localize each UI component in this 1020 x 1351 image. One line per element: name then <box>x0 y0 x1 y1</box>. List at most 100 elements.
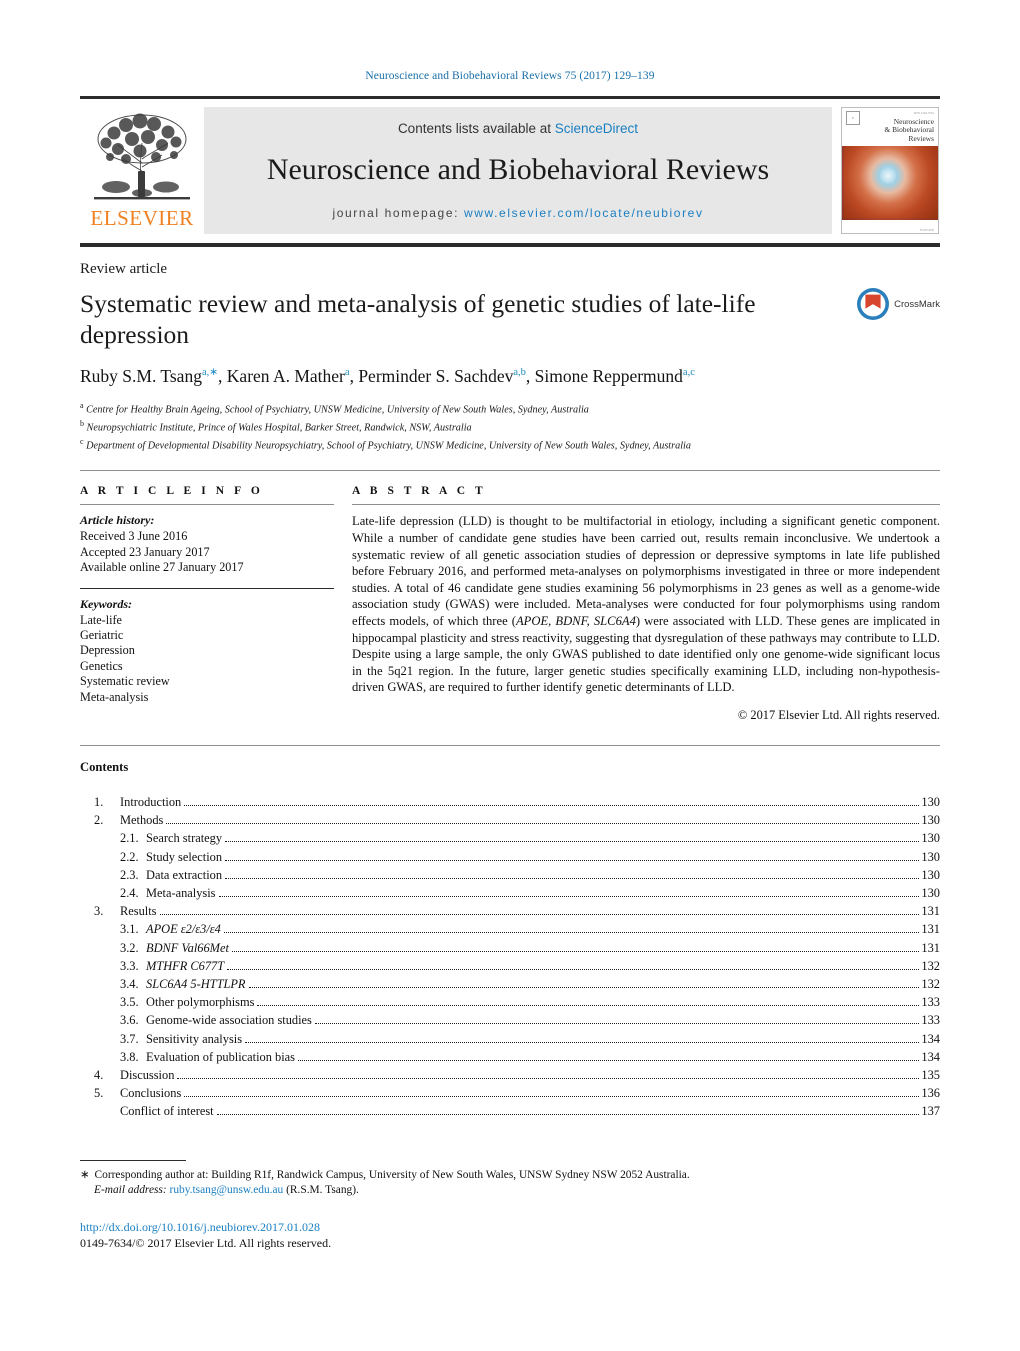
journal-title: Neuroscience and Biobehavioral Reviews <box>266 153 770 186</box>
email-label: E-mail address: <box>94 1184 167 1196</box>
author-affiliation-marker[interactable]: a,c <box>683 367 695 378</box>
contents-entry-page: 130 <box>921 885 940 900</box>
contents-entry-label: Introduction <box>120 794 182 809</box>
contents-leader-dots <box>159 914 920 916</box>
journal-homepage-link[interactable]: www.elsevier.com/locate/neubiorev <box>464 206 704 220</box>
author-affiliation-marker[interactable]: a,b <box>513 367 526 378</box>
contents-entry-page: 136 <box>921 1086 940 1101</box>
contents-entry[interactable]: 3.4. SLC6A4 5-HTTLPR 132 <box>80 975 940 993</box>
journal-cover-thumbnail: E ISSN 0149-7634 Neuroscience & Biobehav… <box>832 107 940 234</box>
contents-leader-dots <box>216 1114 920 1116</box>
corresponding-author-note: ∗ Corresponding author at: Building R1f, … <box>80 1168 940 1183</box>
contents-heading: Contents <box>80 759 129 774</box>
contents-entry-page: 132 <box>921 976 940 991</box>
contents-entry-page: 131 <box>921 940 940 955</box>
email-link[interactable]: ruby.tsang@unsw.edu.au <box>170 1184 284 1196</box>
contents-entry-number: 3. <box>94 904 104 919</box>
contents-entry-label: Results <box>120 904 157 919</box>
contents-entry-label: Study selection <box>146 849 223 864</box>
contents-entry-page: 134 <box>921 1031 940 1046</box>
contents-entry[interactable]: 5. Conclusions 136 <box>80 1084 940 1102</box>
journal-article-first-page: Neuroscience and Biobehavioral Reviews 7… <box>0 0 1020 1351</box>
contents-leader-dots <box>166 823 920 825</box>
contents-prefix: Contents lists available at <box>397 121 555 136</box>
crossmark-badge[interactable]: CrossMark <box>856 287 940 321</box>
contents-entry[interactable]: 3. Results 131 <box>80 902 940 920</box>
affiliation-item: b Neuropsychiatric Institute, Prince of … <box>80 417 940 435</box>
cover-artwork <box>842 146 938 220</box>
contents-entry-page: 130 <box>921 867 940 882</box>
contents-entry[interactable]: 2.4. Meta-analysis 130 <box>80 884 940 902</box>
contents-entry[interactable]: 3.7. Sensitivity analysis 134 <box>80 1030 940 1048</box>
contents-entry-number: 2.3. <box>120 867 139 882</box>
article-history-item: Accepted 23 January 2017 <box>80 544 210 559</box>
author-affiliation-marker[interactable]: a,∗ <box>202 367 218 378</box>
page-title: Systematic review and meta-analysis of g… <box>80 289 756 349</box>
article-info-label: A R T I C L E I N F O <box>80 485 264 498</box>
author-name: Ruby S.M. Tsang <box>80 366 202 386</box>
contents-entry[interactable]: 3.8. Evaluation of publication bias 134 <box>80 1048 940 1066</box>
contents-leader-dots <box>225 859 920 861</box>
keyword-item: Systematic review <box>80 674 170 689</box>
contents-entry[interactable]: 2.3. Data extraction 130 <box>80 866 940 884</box>
contents-entry[interactable]: 2. Methods 130 <box>80 811 940 829</box>
issn-copyright-line: 0149-7634/© 2017 Elsevier Ltd. All right… <box>80 1236 332 1250</box>
author-item: Perminder S. Sachdeva,b <box>358 366 526 386</box>
contents-entry[interactable]: 3.1. APOE ε2/ε3/ε4 131 <box>80 920 940 938</box>
contents-entry-label: MTHFR C677T <box>146 958 225 973</box>
author-name: Simone Reppermund <box>534 366 683 386</box>
doi-link[interactable]: http://dx.doi.org/10.1016/j.neubiorev.20… <box>80 1220 320 1234</box>
contents-entry-number: 4. <box>94 1067 104 1082</box>
contents-entry-label: Discussion <box>120 1067 175 1082</box>
contents-entry-page: 134 <box>921 1049 940 1064</box>
info-abstract-columns: A R T I C L E I N F O Article history: R… <box>80 485 940 723</box>
contents-entry[interactable]: 3.6. Genome-wide association studies 133 <box>80 1011 940 1029</box>
author-item: Karen A. Mathera <box>227 366 350 386</box>
contents-entry[interactable]: 3.2. BDNF Val66Met 131 <box>80 939 940 957</box>
keyword-item: Geriatric <box>80 628 124 643</box>
contents-entry-number: 3.8. <box>120 1049 139 1064</box>
contents-entry-page: 132 <box>921 958 940 973</box>
journal-masthead: ELSEVIER Contents lists available at Sci… <box>80 96 940 234</box>
journal-homepage-line: journal homepage: www.elsevier.com/locat… <box>214 206 822 220</box>
contents-entry-number: 2.1. <box>120 831 139 846</box>
affiliation-text: Centre for Healthy Brain Ageing, School … <box>86 404 589 416</box>
contents-entry[interactable]: 3.3. MTHFR C677T 132 <box>80 957 940 975</box>
contents-entry-page: 135 <box>921 1067 940 1082</box>
article-history-item: Available online 27 January 2017 <box>80 560 244 575</box>
contents-entry-label: Data extraction <box>146 867 223 882</box>
sciencedirect-link[interactable]: ScienceDirect <box>555 121 638 136</box>
masthead-center: Contents lists available at ScienceDirec… <box>204 107 832 234</box>
contents-entry-number: 3.7. <box>120 1031 139 1046</box>
contents-entry[interactable]: 3.5. Other polymorphisms 133 <box>80 993 940 1011</box>
contents-entry-label: Search strategy <box>146 831 223 846</box>
contents-entry-page: 130 <box>921 794 940 809</box>
author-affiliation-marker[interactable]: a <box>345 367 350 378</box>
contents-entry-number: 3.6. <box>120 1013 139 1028</box>
contents-entry-number: 3.5. <box>120 995 139 1010</box>
contents-entry[interactable]: 2.2. Study selection 130 <box>80 848 940 866</box>
contents-leader-dots <box>248 986 920 988</box>
publisher-wordmark: ELSEVIER <box>90 206 194 230</box>
contents-entry[interactable]: 2.1. Search strategy 130 <box>80 829 940 847</box>
cover-title: Neuroscience & Biobehavioral Reviews <box>885 117 934 143</box>
contents-entry[interactable]: Conflict of interest 137 <box>80 1102 940 1120</box>
author-list: Ruby S.M. Tsanga,∗, Karen A. Mathera, Pe… <box>80 366 695 386</box>
contents-entry-label: Conclusions <box>120 1086 182 1101</box>
masthead-bottom-rule <box>80 243 940 247</box>
contents-entry[interactable]: 4. Discussion 135 <box>80 1066 940 1084</box>
footnote-rule <box>80 1160 186 1161</box>
contents-leader-dots <box>245 1041 920 1043</box>
affiliation-marker: c <box>80 436 84 446</box>
abstract-part-1: Late-life depression (LLD) is thought to… <box>352 514 940 628</box>
article-info-column: A R T I C L E I N F O Article history: R… <box>80 485 352 723</box>
cover-top-meta: ISSN 0149-7634 <box>913 112 934 115</box>
contents-entry-label: Methods <box>120 813 164 828</box>
contents-entry[interactable]: 1. Introduction 130 <box>80 793 940 811</box>
contents-leader-dots <box>314 1023 920 1025</box>
abstract-copyright: © 2017 Elsevier Ltd. All rights reserved… <box>737 707 940 722</box>
cover-title-line-3: Reviews <box>908 133 934 143</box>
article-info-rule <box>80 504 334 506</box>
contents-leader-dots <box>218 895 920 897</box>
contents-leader-dots <box>257 1005 920 1007</box>
